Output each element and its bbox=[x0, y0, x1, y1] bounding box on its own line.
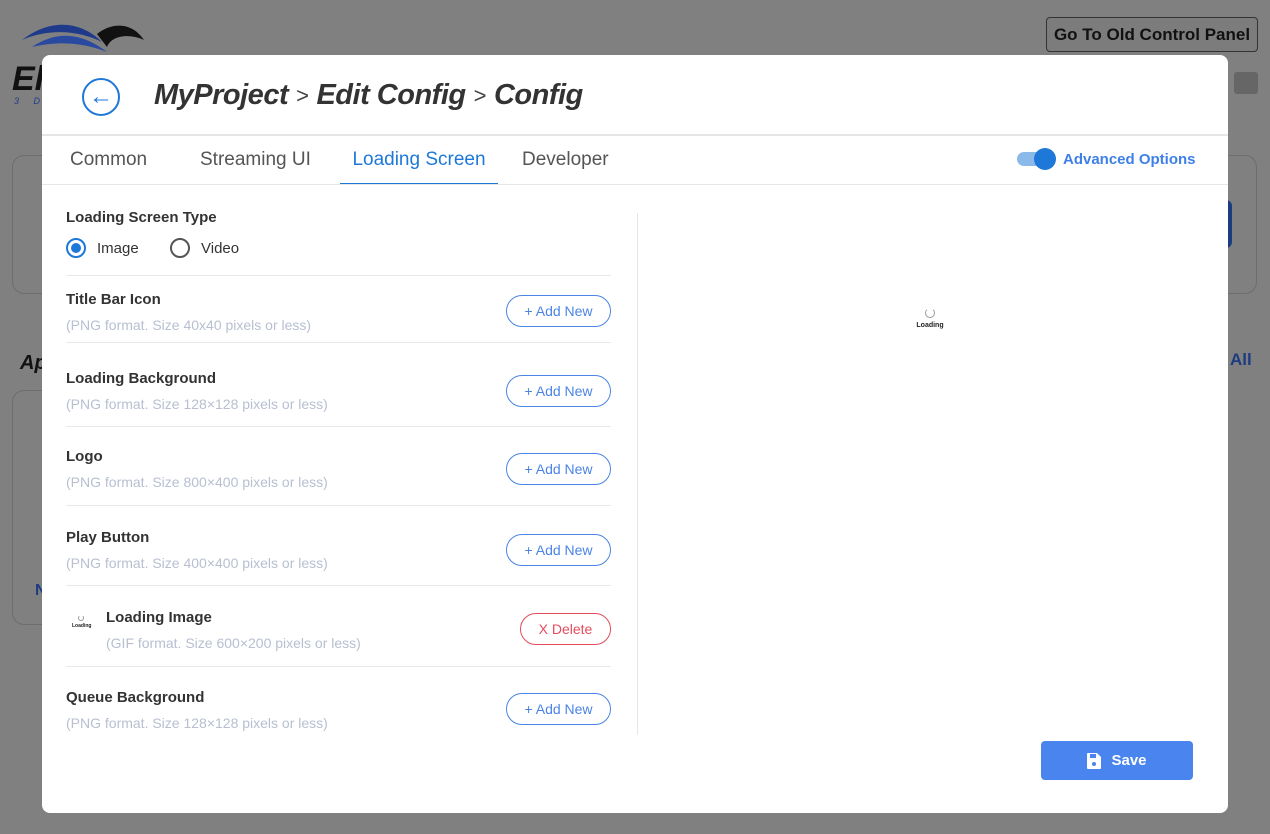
breadcrumb-separator: > bbox=[296, 82, 309, 108]
advanced-options-toggle[interactable] bbox=[1017, 148, 1056, 170]
title-bar-icon-hint: (PNG format. Size 40x40 pixels or less) bbox=[66, 317, 312, 333]
breadcrumb-separator: > bbox=[473, 82, 487, 108]
breadcrumb: MyProject > Edit Config > Config bbox=[154, 79, 583, 112]
logo-wave-icon bbox=[22, 24, 144, 52]
loading-background-label: Loading Background bbox=[66, 370, 216, 387]
queue-background-label: Queue Background bbox=[66, 689, 205, 706]
queue-background-hint: (PNG format. Size 128×128 pixels or less… bbox=[66, 715, 328, 731]
go-to-old-control-panel-button[interactable]: Go To Old Control Panel bbox=[1046, 17, 1258, 52]
breadcrumb-project[interactable]: MyProject bbox=[154, 79, 289, 112]
breadcrumb-config: Config bbox=[493, 79, 583, 111]
row-divider bbox=[66, 342, 611, 343]
save-label: Save bbox=[1111, 752, 1147, 769]
title-bar-icon-add-button[interactable]: + Add New bbox=[506, 295, 611, 327]
tab-common[interactable]: Common bbox=[70, 149, 147, 185]
loading-image-delete-button[interactable]: X Delete bbox=[520, 613, 611, 645]
loading-background-hint: (PNG format. Size 128×128 pixels or less… bbox=[66, 396, 328, 412]
logo-hint: (PNG format. Size 800×400 pixels or less… bbox=[66, 474, 328, 490]
radio-video-label[interactable]: Video bbox=[201, 240, 239, 257]
radio-image-label[interactable]: Image bbox=[97, 240, 139, 257]
loading-image-hint: (GIF format. Size 600×200 pixels or less… bbox=[106, 635, 361, 651]
row-divider bbox=[66, 275, 611, 276]
edit-config-modal: ← MyProject > Edit Config > Config Commo… bbox=[42, 55, 1228, 813]
row-divider bbox=[66, 666, 611, 667]
view-all-link[interactable]: All bbox=[1230, 350, 1252, 370]
logo-letters: El bbox=[12, 60, 45, 98]
loading-screen-type-label: Loading Screen Type bbox=[66, 209, 217, 226]
play-button-hint: (PNG format. Size 400×400 pixels or less… bbox=[66, 555, 328, 571]
row-divider bbox=[66, 426, 611, 427]
toggle-knob bbox=[1034, 148, 1056, 170]
thumbnail-text: Loading bbox=[72, 623, 92, 629]
radio-image[interactable] bbox=[66, 238, 86, 258]
queue-background-add-button[interactable]: + Add New bbox=[506, 693, 611, 725]
row-divider bbox=[66, 585, 611, 586]
radio-video[interactable] bbox=[170, 238, 190, 258]
advanced-options-label[interactable]: Advanced Options bbox=[1063, 151, 1196, 168]
floppy-disk-icon bbox=[1087, 752, 1102, 769]
logo-label: Logo bbox=[66, 448, 103, 465]
row-divider bbox=[66, 505, 611, 506]
avatar bbox=[1234, 72, 1258, 94]
logo-add-button[interactable]: + Add New bbox=[506, 453, 611, 485]
loading-background-add-button[interactable]: + Add New bbox=[506, 375, 611, 407]
play-button-add-button[interactable]: + Add New bbox=[506, 534, 611, 566]
save-button[interactable]: Save bbox=[1041, 741, 1193, 780]
play-button-label: Play Button bbox=[66, 529, 150, 546]
tabs-divider bbox=[42, 184, 1228, 185]
tab-developer[interactable]: Developer bbox=[522, 149, 609, 185]
back-button[interactable]: ← bbox=[82, 78, 120, 116]
loading-image-label: Loading Image bbox=[106, 609, 212, 626]
loading-preview: Loading bbox=[910, 308, 950, 329]
arrow-left-icon: ← bbox=[89, 83, 113, 110]
tab-streaming-ui[interactable]: Streaming UI bbox=[200, 149, 311, 185]
column-divider bbox=[637, 213, 638, 735]
breadcrumb-edit-config[interactable]: Edit Config bbox=[316, 79, 466, 112]
title-bar-icon-label: Title Bar Icon bbox=[66, 291, 161, 308]
tab-loading-screen[interactable]: Loading Screen bbox=[340, 149, 498, 185]
loading-image-thumbnail: Loading bbox=[72, 615, 92, 629]
header-divider bbox=[42, 134, 1228, 136]
preview-text: Loading bbox=[916, 322, 944, 329]
spinner-icon bbox=[78, 615, 84, 621]
spinner-icon bbox=[925, 308, 935, 318]
